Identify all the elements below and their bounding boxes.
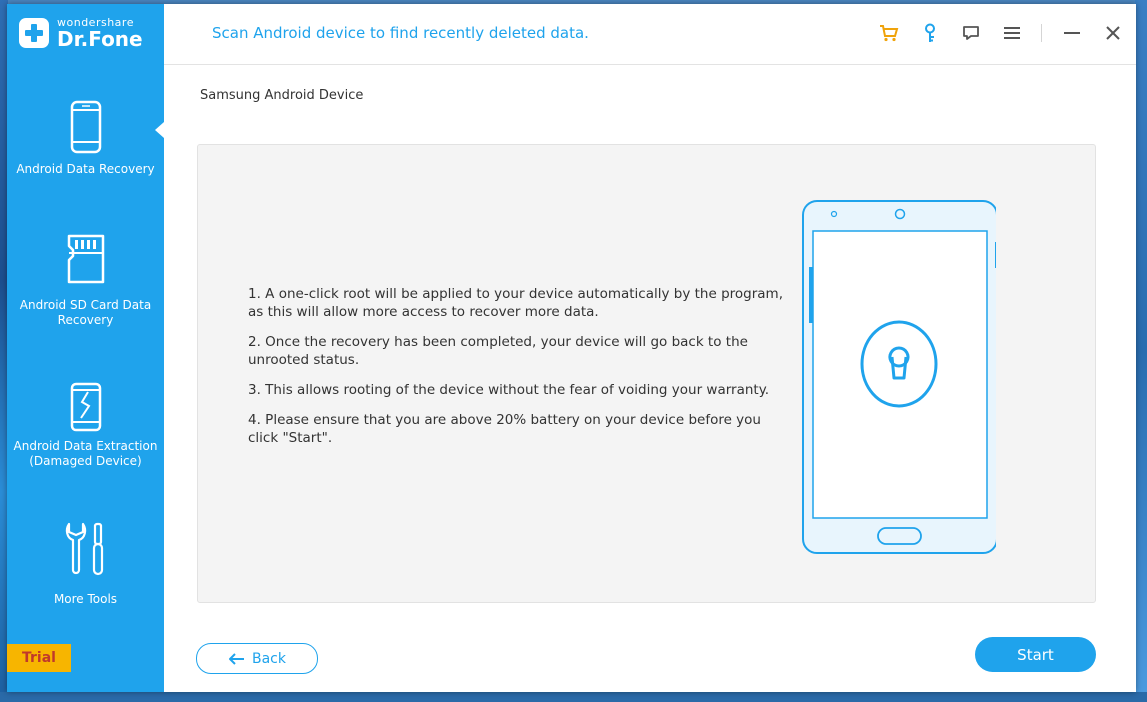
instruction-item: 4. Please ensure that you are above 20% …	[248, 412, 761, 446]
title-bar: Scan Android device to find recently del…	[164, 4, 1136, 65]
locked-phone-icon	[802, 200, 999, 554]
sidebar-item-android-data-recovery[interactable]: Android Data Recovery	[7, 100, 164, 177]
broken-phone-icon	[70, 382, 101, 432]
instruction-panel: 1. A one-click root will be applied to y…	[197, 144, 1096, 603]
app-window: wondershare Dr.Fone Android Data Recover…	[7, 4, 1136, 692]
desktop-background-right	[1135, 0, 1147, 702]
sd-card-icon	[67, 234, 104, 284]
desktop-background-bottom	[0, 692, 1147, 702]
active-indicator	[155, 122, 164, 138]
sidebar-item-label: Android Data Extraction (Damaged Device)	[13, 439, 158, 468]
sidebar-item-sd-card-recovery[interactable]: Android SD Card Data Recovery	[7, 232, 164, 328]
close-icon[interactable]	[1102, 22, 1124, 44]
app-logo: wondershare Dr.Fone	[19, 16, 159, 56]
instruction-item: 3. This allows rooting of the device wit…	[248, 382, 770, 398]
phone-illustration	[796, 197, 999, 557]
page-title: Scan Android device to find recently del…	[212, 24, 589, 42]
start-button-label: Start	[1017, 645, 1054, 664]
sidebar-item-more-tools[interactable]: More Tools	[7, 522, 164, 607]
sidebar-item-label: More Tools	[53, 592, 118, 606]
back-arrow-icon	[229, 652, 244, 665]
instruction-list: 1. A one-click root will be applied to y…	[248, 285, 788, 459]
logo-plus-icon	[19, 18, 49, 48]
sidebar: wondershare Dr.Fone Android Data Recover…	[7, 4, 164, 692]
sidebar-item-label: Android Data Recovery	[16, 162, 155, 176]
minimize-icon[interactable]	[1061, 22, 1083, 44]
back-button-label: Back	[252, 650, 286, 667]
key-icon[interactable]	[919, 22, 941, 44]
cart-icon[interactable]	[878, 22, 900, 44]
instruction-item: 1. A one-click root will be applied to y…	[248, 286, 783, 320]
feedback-icon[interactable]	[960, 22, 982, 44]
trial-badge[interactable]: Trial	[7, 644, 71, 672]
menu-icon[interactable]	[1001, 22, 1023, 44]
sidebar-item-label: Android SD Card Data Recovery	[19, 298, 152, 327]
start-button[interactable]: Start	[975, 637, 1096, 672]
back-button[interactable]: Back	[196, 643, 318, 674]
phone-icon	[70, 100, 101, 154]
instruction-item: 2. Once the recovery has been completed,…	[248, 334, 748, 368]
sidebar-item-data-extraction[interactable]: Android Data Extraction (Damaged Device)	[7, 382, 164, 469]
breadcrumb: Samsung Android Device	[200, 88, 364, 103]
title-bar-controls	[859, 22, 1124, 44]
logo-product-text: Dr.Fone	[57, 27, 143, 51]
tools-icon	[65, 522, 103, 576]
title-bar-divider	[1041, 24, 1042, 42]
